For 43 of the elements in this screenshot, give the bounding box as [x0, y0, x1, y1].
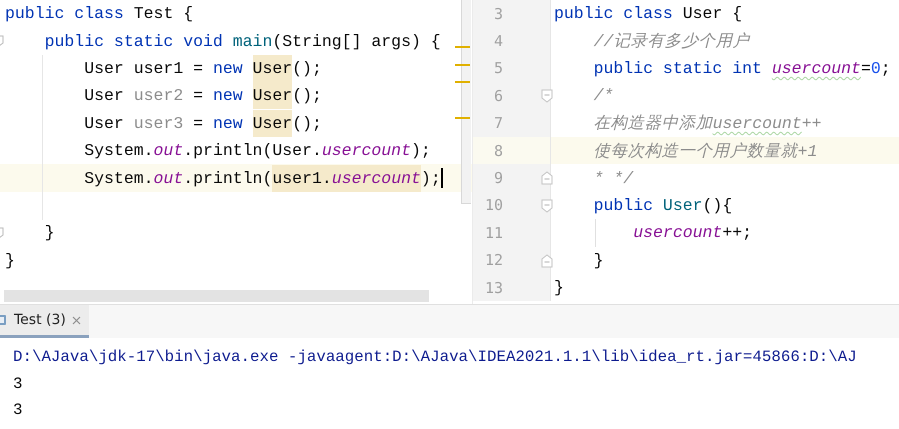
close-icon[interactable]: [72, 316, 81, 324]
fold-icon[interactable]: [541, 89, 553, 104]
code-line: }: [5, 250, 15, 272]
code-line: 在构造器中添加usercount++: [592, 112, 822, 134]
code-line: public class Test {: [5, 3, 194, 25]
code-line: usercount++;: [632, 222, 752, 244]
code-line: public User(){: [592, 194, 732, 216]
vertical-scrollbar[interactable]: [455, 0, 471, 204]
code-line: //记录有多少个用户: [592, 31, 750, 52]
run-config-icon: [0, 313, 8, 327]
line-number: 13: [484, 278, 503, 297]
console-line: D:\AJava\jdk-17\bin\java.exe -javaagent:D:\AJava\IDEA2021.1.1\lib\idea_rt.jar=45866:D:\AJ: [13, 347, 858, 368]
fold-icon[interactable]: [541, 254, 553, 268]
line-number: 7: [492, 114, 503, 132]
line-number: 3: [492, 4, 503, 23]
horizontal-scrollbar[interactable]: [4, 290, 429, 302]
run-tab[interactable]: Test (3): [0, 305, 89, 338]
console-line: 3: [13, 374, 24, 394]
code-line: User user1 = new User();: [5, 57, 322, 80]
line-number: 4: [492, 32, 503, 50]
line-number: 10: [484, 196, 503, 214]
line-number: 5: [492, 59, 503, 78]
line-number: 12: [484, 251, 503, 270]
code-line: System.out.println(user1.usercount);: [5, 167, 443, 190]
code-line: }: [44, 222, 55, 244]
code-line: }: [592, 250, 604, 272]
code-line: public static void main(String[] args) {: [44, 30, 441, 52]
code-line: User user2 = new User();: [5, 84, 322, 107]
code-line: public static int usercount=0;: [592, 58, 891, 80]
line-number: 8: [492, 142, 503, 160]
fold-icon[interactable]: [541, 198, 553, 213]
code-line: public class User {: [554, 3, 742, 25]
code-line: User user3 = new User();: [5, 112, 322, 134]
code-line: * */: [592, 168, 634, 190]
code-line: 使每次构造一个用户数量就+1: [592, 140, 818, 162]
code-line: System.out.println(User.usercount);: [83, 140, 431, 162]
code-line: /*: [592, 85, 614, 107]
line-number: 6: [492, 86, 503, 105]
line-number: 9: [492, 169, 503, 188]
line-number: 11: [484, 224, 503, 242]
code-line: }: [554, 277, 564, 299]
fold-icon[interactable]: [541, 171, 553, 186]
console-line: 3: [13, 400, 24, 421]
